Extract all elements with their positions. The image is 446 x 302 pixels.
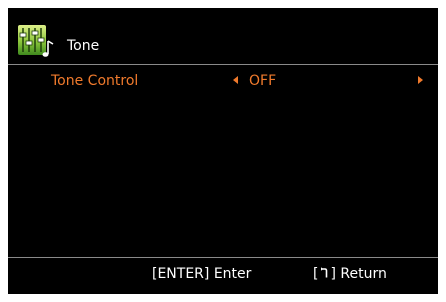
menu-item-label: Tone Control — [51, 73, 139, 89]
page-title: Tone — [67, 38, 100, 54]
equalizer-sliders-note-icon — [18, 25, 54, 57]
return-arrow-icon — [321, 267, 328, 278]
tone-setup-screen: Tone Tone Control OFF [ENTER] Enter [ ] R… — [8, 8, 438, 294]
enter-hint: [ENTER] Enter — [152, 266, 252, 282]
return-hint-open: [ — [313, 266, 319, 282]
arrow-right-icon[interactable] — [418, 76, 423, 84]
return-hint: [ ] Return — [313, 265, 387, 283]
header-divider — [8, 64, 438, 65]
screen-header: Tone — [8, 8, 438, 63]
menu-item-tone-control[interactable]: Tone Control OFF — [8, 70, 438, 92]
menu-item-value: OFF — [249, 73, 277, 89]
arrow-left-icon[interactable] — [233, 76, 238, 84]
return-hint-close: ] Return — [330, 266, 387, 282]
footer-divider — [8, 257, 438, 258]
